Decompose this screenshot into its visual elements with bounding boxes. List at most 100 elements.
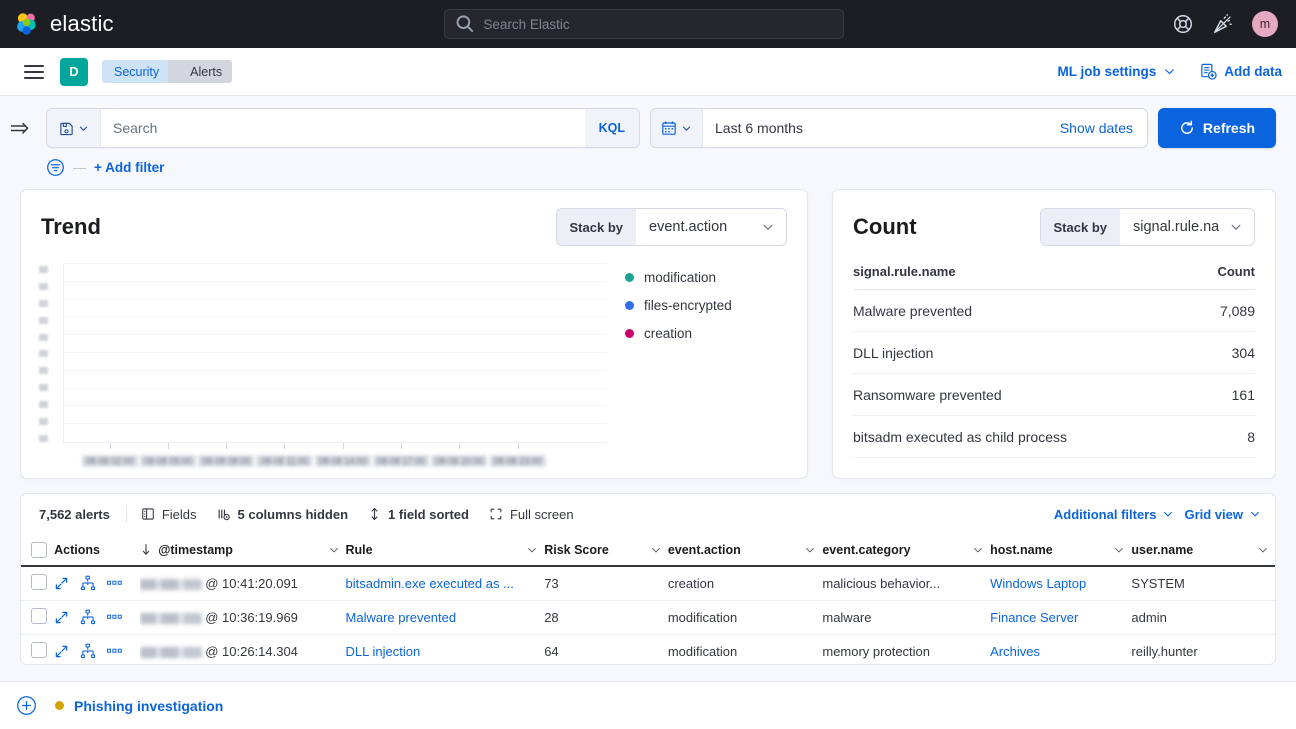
add-timeline-icon[interactable] bbox=[16, 695, 37, 716]
add-data-button[interactable]: Add data bbox=[1200, 63, 1282, 80]
row-host-link[interactable]: Archives bbox=[990, 644, 1040, 659]
row-host-link[interactable]: Windows Laptop bbox=[990, 576, 1086, 591]
column-menu-icon[interactable] bbox=[1113, 544, 1125, 556]
row-rule-link[interactable]: Malware prevented bbox=[346, 610, 457, 625]
more-actions-icon[interactable] bbox=[107, 579, 123, 587]
row-host-name-cell[interactable]: Archives bbox=[990, 634, 1132, 664]
additional-filters-button[interactable]: Additional filters bbox=[1054, 507, 1175, 522]
global-search-input[interactable] bbox=[483, 16, 833, 32]
space-badge[interactable]: D bbox=[60, 57, 88, 86]
row-select-cell bbox=[21, 566, 55, 601]
column-header-label: event.action bbox=[667, 542, 741, 557]
trend-stack-by[interactable]: Stack by event.action bbox=[555, 208, 787, 246]
fields-button[interactable]: Fields bbox=[131, 501, 207, 527]
chart-x-tick-label: 08-08 05:00 bbox=[139, 455, 196, 467]
chart-legend-item[interactable]: creation bbox=[625, 326, 787, 341]
column-header-risk-score[interactable]: Risk Score bbox=[544, 534, 668, 567]
add-filter-button[interactable]: + Add filter bbox=[94, 160, 164, 175]
more-actions-icon[interactable] bbox=[107, 613, 123, 621]
columns-hidden-button[interactable]: 5 columns hidden bbox=[207, 501, 359, 527]
chevron-down-icon[interactable] bbox=[1257, 544, 1269, 556]
expand-sidebar-icon[interactable] bbox=[10, 121, 32, 137]
chevron-down-icon[interactable] bbox=[1113, 544, 1125, 556]
column-header-timestamp[interactable]: @timestamp bbox=[140, 534, 346, 567]
column-menu-icon[interactable] bbox=[526, 544, 538, 556]
row-rule-link[interactable]: bitsadmin.exe executed as ... bbox=[346, 576, 514, 591]
more-actions-icon[interactable] bbox=[107, 647, 123, 655]
help-icon[interactable] bbox=[1172, 13, 1194, 35]
analyze-event-icon[interactable] bbox=[80, 609, 96, 625]
chevron-down-icon[interactable] bbox=[804, 544, 816, 556]
field-sorted-button[interactable]: 1 field sorted bbox=[358, 501, 479, 527]
column-header-rule[interactable]: Rule bbox=[345, 534, 545, 567]
count-table-row[interactable]: Ransomware prevented 161 bbox=[853, 374, 1255, 416]
row-checkbox[interactable] bbox=[31, 573, 47, 590]
ml-job-settings-button[interactable]: ML job settings bbox=[1057, 64, 1176, 79]
saved-query-button[interactable] bbox=[47, 109, 101, 147]
select-all-checkbox[interactable] bbox=[31, 541, 47, 558]
show-dates-button[interactable]: Show dates bbox=[1046, 109, 1147, 147]
column-header-actions[interactable]: Actions bbox=[54, 534, 141, 567]
count-stack-by[interactable]: Stack by signal.rule.nan bbox=[1039, 208, 1255, 246]
row-host-name-cell[interactable]: Finance Server bbox=[990, 600, 1132, 635]
row-checkbox[interactable] bbox=[31, 641, 47, 658]
row-checkbox[interactable] bbox=[31, 607, 47, 624]
chart-plot-area[interactable] bbox=[63, 263, 607, 442]
column-header-host-name[interactable]: host.name bbox=[990, 534, 1132, 567]
row-rule-cell[interactable]: bitsadmin.exe executed as ... bbox=[345, 566, 545, 601]
row-host-name-cell[interactable]: Windows Laptop bbox=[990, 566, 1132, 601]
count-stack-by-select[interactable]: signal.rule.nan bbox=[1120, 209, 1254, 245]
chevron-down-icon[interactable] bbox=[972, 544, 984, 556]
chevron-down-icon[interactable] bbox=[650, 544, 662, 556]
full-screen-button[interactable]: Full screen bbox=[479, 501, 584, 527]
table-row[interactable]: @ 10:26:14.304 DLL injection 64 modificatio… bbox=[21, 634, 1275, 664]
chart-x-tick-label: 08-08 14:00 bbox=[314, 455, 371, 467]
column-menu-icon[interactable] bbox=[1257, 544, 1269, 556]
kql-button[interactable]: KQL bbox=[584, 109, 639, 147]
refresh-button[interactable]: Refresh bbox=[1158, 108, 1276, 148]
column-menu-icon[interactable] bbox=[972, 544, 984, 556]
chart-legend-item[interactable]: modification bbox=[625, 270, 787, 285]
table-row[interactable]: @ 10:36:19.969 Malware prevented 28 modific… bbox=[21, 600, 1275, 635]
expand-icon[interactable] bbox=[54, 576, 69, 591]
date-range-display[interactable]: Last 6 months bbox=[703, 109, 1046, 147]
analyze-event-icon[interactable] bbox=[80, 575, 96, 591]
count-table-row[interactable]: DLL injection 304 bbox=[853, 332, 1255, 374]
chevron-down-icon bbox=[763, 224, 773, 231]
chevron-down-icon[interactable] bbox=[526, 544, 538, 556]
menu-toggle-icon[interactable] bbox=[24, 61, 44, 83]
count-table-row[interactable]: bitsadm executed as child process 8 bbox=[853, 416, 1255, 458]
row-host-link[interactable]: Finance Server bbox=[990, 610, 1078, 625]
table-row[interactable]: @ 10:41:20.091 bitsadmin.exe executed as … bbox=[21, 566, 1275, 601]
filter-options-icon[interactable] bbox=[46, 158, 65, 177]
news-icon[interactable] bbox=[1212, 13, 1234, 35]
expand-icon[interactable] bbox=[54, 644, 69, 659]
analyze-event-icon[interactable] bbox=[80, 643, 96, 659]
timeline-entry[interactable]: Phishing investigation bbox=[55, 698, 223, 714]
row-rule-link[interactable]: DLL injection bbox=[346, 644, 421, 659]
date-quick-select-button[interactable] bbox=[651, 109, 703, 147]
chart-legend-item[interactable]: files-encrypted bbox=[625, 298, 787, 313]
row-rule-cell[interactable]: DLL injection bbox=[345, 634, 545, 664]
count-table-row[interactable]: Malware prevented 7,089 bbox=[853, 290, 1255, 332]
chevron-down-icon[interactable] bbox=[328, 544, 340, 556]
elastic-brand[interactable]: elastic bbox=[14, 11, 114, 37]
breadcrumb-item-alerts[interactable]: Alerts bbox=[168, 60, 233, 83]
column-header-event-action[interactable]: event.action bbox=[667, 534, 823, 567]
expand-icon[interactable] bbox=[54, 610, 69, 625]
count-panel: Count Stack by signal.rule.nan signal.ru… bbox=[832, 189, 1276, 479]
row-rule-cell[interactable]: Malware prevented bbox=[345, 600, 545, 635]
column-menu-icon[interactable] bbox=[804, 544, 816, 556]
global-search[interactable] bbox=[444, 9, 844, 39]
column-header-user-name[interactable]: user.name bbox=[1131, 534, 1275, 567]
trend-stack-by-select[interactable]: event.action bbox=[636, 209, 786, 245]
grid-view-button[interactable]: Grid view bbox=[1184, 507, 1261, 522]
search-input[interactable] bbox=[101, 109, 585, 147]
column-header-event-category[interactable]: event.category bbox=[822, 534, 991, 567]
avatar[interactable]: m bbox=[1252, 11, 1278, 37]
column-menu-icon[interactable] bbox=[328, 544, 340, 556]
count-row-name: Ransomware prevented bbox=[853, 386, 1002, 403]
breadcrumb-item-security[interactable]: Security bbox=[102, 60, 181, 83]
row-event-action-cell: modification bbox=[667, 600, 823, 635]
column-menu-icon[interactable] bbox=[650, 544, 662, 556]
